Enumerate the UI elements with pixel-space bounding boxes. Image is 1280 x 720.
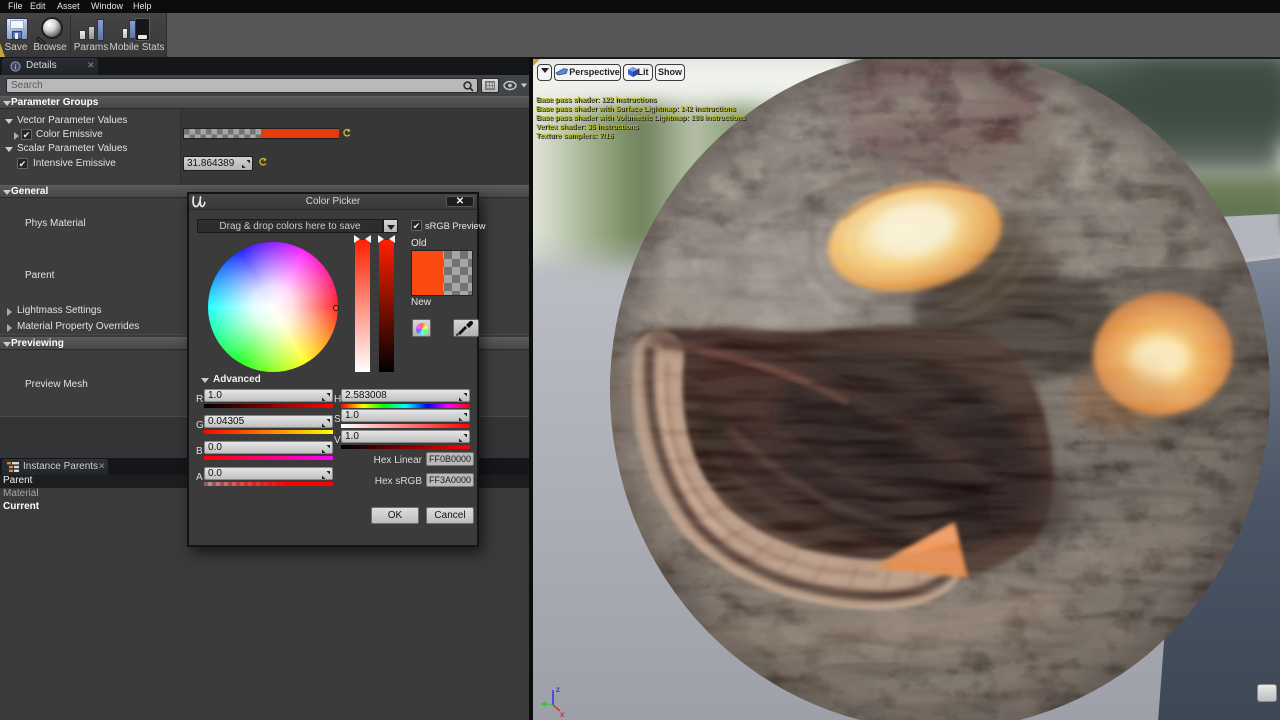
- svg-text:i: i: [14, 62, 16, 71]
- svg-text:x: x: [560, 710, 565, 719]
- svg-text:z: z: [556, 685, 560, 694]
